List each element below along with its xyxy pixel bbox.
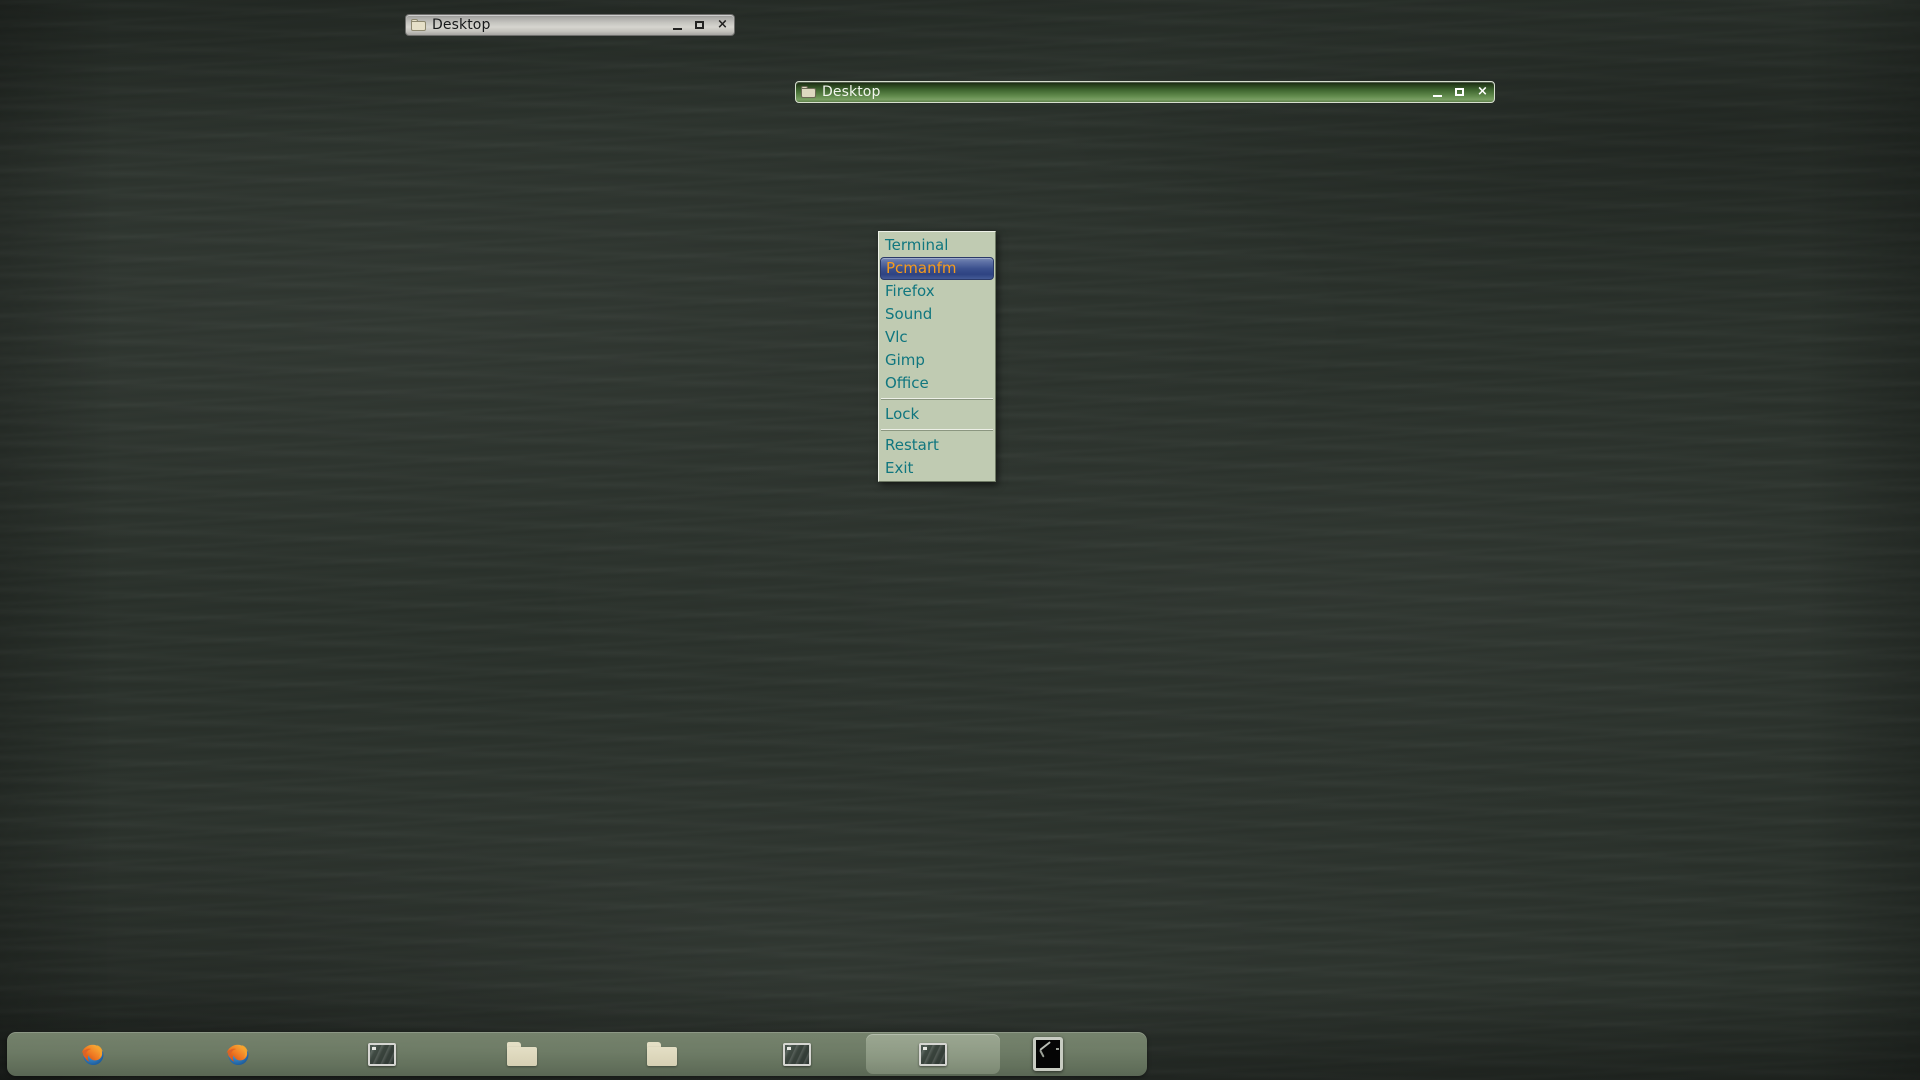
menu-item-label: Firefox xyxy=(885,282,935,300)
terminal-icon xyxy=(919,1042,947,1066)
taskbar-item-window-thumbnail[interactable] xyxy=(1018,1034,1078,1074)
wallpaper-texture-layer-3 xyxy=(0,0,1920,1080)
menu-separator xyxy=(881,429,993,431)
window-desktop-inactive[interactable]: Desktop × xyxy=(405,14,735,36)
wallpaper-texture-layer-1 xyxy=(0,0,1920,1080)
menu-item-label: Restart xyxy=(885,436,939,454)
close-icon[interactable]: × xyxy=(717,18,728,31)
menu-item-terminal[interactable]: Terminal xyxy=(880,234,994,257)
firefox-icon xyxy=(81,1044,103,1065)
folder-icon xyxy=(801,86,816,98)
window-controls: × xyxy=(1433,85,1490,98)
window-title: Desktop xyxy=(432,17,491,33)
folder-icon xyxy=(647,1042,677,1066)
menu-item-label: Exit xyxy=(885,459,914,477)
titlebar-inactive[interactable]: Desktop × xyxy=(405,14,735,36)
maximize-button[interactable] xyxy=(1455,86,1466,98)
window-title: Desktop xyxy=(822,84,881,100)
menu-item-pcmanfm[interactable]: Pcmanfm xyxy=(880,257,994,280)
window-controls: × xyxy=(673,18,730,31)
taskbar-item-firefox-1[interactable] xyxy=(37,1034,147,1074)
taskbar-item-folder-2[interactable] xyxy=(607,1034,717,1074)
root-menu[interactable]: Terminal Pcmanfm Firefox Sound Vlc Gimp … xyxy=(878,231,996,482)
menu-item-lock[interactable]: Lock xyxy=(880,403,994,426)
close-icon[interactable]: × xyxy=(1477,85,1488,98)
menu-item-label: Pcmanfm xyxy=(886,259,957,277)
menu-item-label: Lock xyxy=(885,405,920,423)
menu-item-label: Vlc xyxy=(885,328,908,346)
taskbar[interactable] xyxy=(7,1032,1147,1076)
taskbar-item-terminal-active[interactable] xyxy=(866,1034,1000,1074)
menu-separator xyxy=(881,398,993,400)
menu-item-label: Sound xyxy=(885,305,933,323)
terminal-icon xyxy=(368,1042,396,1066)
minimize-button[interactable] xyxy=(673,19,684,31)
menu-item-label: Terminal xyxy=(885,236,949,254)
folder-icon xyxy=(507,1042,537,1066)
menu-item-gimp[interactable]: Gimp xyxy=(880,349,994,372)
menu-item-restart[interactable]: Restart xyxy=(880,434,994,457)
menu-item-label: Office xyxy=(885,374,929,392)
taskbar-item-folder-1[interactable] xyxy=(467,1034,577,1074)
menu-item-sound[interactable]: Sound xyxy=(880,303,994,326)
desktop-background[interactable]: Desktop × Desktop × Terminal Pcmanfm Fir… xyxy=(0,0,1920,1080)
taskbar-item-terminal-2[interactable] xyxy=(742,1034,852,1074)
menu-item-vlc[interactable]: Vlc xyxy=(880,326,994,349)
firefox-icon xyxy=(226,1044,248,1065)
menu-item-office[interactable]: Office xyxy=(880,372,994,395)
menu-item-exit[interactable]: Exit xyxy=(880,457,994,480)
window-desktop-active[interactable]: Desktop × xyxy=(795,81,1495,103)
wallpaper-texture-layer-4 xyxy=(0,0,1920,1080)
terminal-icon xyxy=(783,1042,811,1066)
window-thumbnail-icon xyxy=(1033,1037,1063,1071)
maximize-button[interactable] xyxy=(695,19,706,31)
taskbar-item-terminal-1[interactable] xyxy=(327,1034,437,1074)
titlebar-active[interactable]: Desktop × xyxy=(795,81,1495,103)
taskbar-item-firefox-2[interactable] xyxy=(182,1034,292,1074)
menu-item-label: Gimp xyxy=(885,351,925,369)
wallpaper-texture-layer-2 xyxy=(0,0,1920,1080)
minimize-button[interactable] xyxy=(1433,86,1444,98)
folder-icon xyxy=(411,19,426,31)
menu-item-firefox[interactable]: Firefox xyxy=(880,280,994,303)
